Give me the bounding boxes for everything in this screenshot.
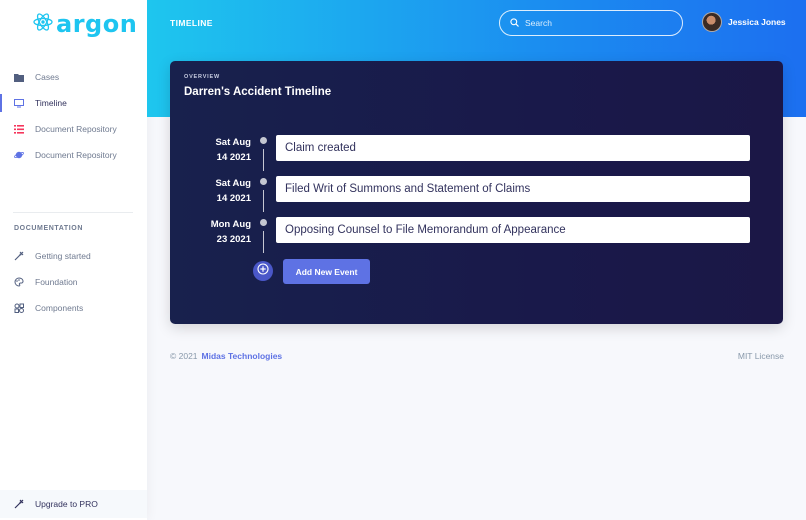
card-title: Darren's Accident Timeline (184, 86, 332, 98)
sidebar-item-label: Timeline (35, 98, 67, 108)
user-name: Jessica Jones (728, 17, 786, 27)
sidebar-item-label: Getting started (35, 251, 91, 261)
timeline-event[interactable]: Filed Writ of Summons and Statement of C… (276, 176, 750, 202)
timeline-connector (263, 149, 264, 171)
sidebar-item-foundation[interactable]: Foundation (0, 269, 147, 295)
plus-circle-icon (257, 262, 269, 280)
user-menu[interactable]: Jessica Jones (702, 12, 786, 32)
sidebar-item-label: Cases (35, 72, 60, 82)
sidebar-item-label: Document Repository (35, 124, 117, 134)
copyright-text: © 2021 (170, 351, 198, 361)
timeline-connector (263, 190, 264, 212)
search-box[interactable] (499, 10, 683, 36)
timeline-dot (260, 178, 267, 185)
event-date: Sat Aug 14 2021 (215, 137, 251, 163)
sidebar: argon Cases Timeline Document Repository… (0, 0, 147, 520)
ui-components-icon (14, 303, 24, 313)
footer-copyright: © 2021 Midas Technologies (170, 351, 282, 361)
timeline-connector (263, 231, 264, 253)
folder-icon (14, 72, 24, 82)
event-date: Sat Aug 14 2021 (215, 178, 251, 204)
company-link[interactable]: Midas Technologies (202, 351, 283, 361)
timeline-card: OVERVIEW Darren's Accident Timeline Sat … (170, 61, 783, 324)
brand-logo[interactable]: argon (33, 10, 137, 38)
documentation-heading: DOCUMENTATION (14, 225, 83, 232)
search-input[interactable] (525, 18, 665, 28)
spaceship-icon (14, 251, 24, 261)
upgrade-to-pro-button[interactable]: Upgrade to PRO (0, 490, 147, 518)
sidebar-item-getting-started[interactable]: Getting started (0, 243, 147, 269)
list-icon (14, 124, 24, 134)
planet-icon (14, 150, 24, 160)
sidebar-item-components[interactable]: Components (0, 295, 147, 321)
spaceship-icon (14, 499, 24, 509)
upgrade-label: Upgrade to PRO (35, 499, 98, 509)
sidebar-item-cases[interactable]: Cases (0, 64, 147, 90)
sidebar-item-label: Foundation (35, 277, 78, 287)
monitor-icon (14, 98, 24, 108)
sidebar-divider (13, 212, 133, 213)
timeline-dot (260, 137, 267, 144)
sidebar-nav: Cases Timeline Document Repository Docum… (0, 64, 147, 168)
timeline-dot (260, 219, 267, 226)
page-title: TIMELINE (170, 18, 213, 28)
add-new-event-button[interactable]: Add New Event (283, 259, 370, 284)
documentation-nav: Getting started Foundation Components (0, 243, 147, 321)
palette-icon (14, 277, 24, 287)
sidebar-item-label: Document Repository (35, 150, 117, 160)
add-event-icon-button[interactable] (253, 261, 273, 281)
timeline-event[interactable]: Opposing Counsel to File Memorandum of A… (276, 217, 750, 243)
sidebar-item-document-repository[interactable]: Document Repository (0, 116, 147, 142)
license-link[interactable]: MIT License (738, 351, 784, 361)
timeline-event[interactable]: Claim created (276, 135, 750, 161)
sidebar-item-label: Components (35, 303, 84, 313)
card-overline: OVERVIEW (184, 74, 220, 80)
react-atom-icon (33, 12, 53, 37)
avatar[interactable] (702, 12, 722, 32)
event-date: Mon Aug 23 2021 (210, 219, 251, 245)
sidebar-item-timeline[interactable]: Timeline (0, 90, 147, 116)
search-icon (510, 14, 519, 32)
brand-name: argon (56, 10, 138, 38)
sidebar-item-document-repository-2[interactable]: Document Repository (0, 142, 147, 168)
